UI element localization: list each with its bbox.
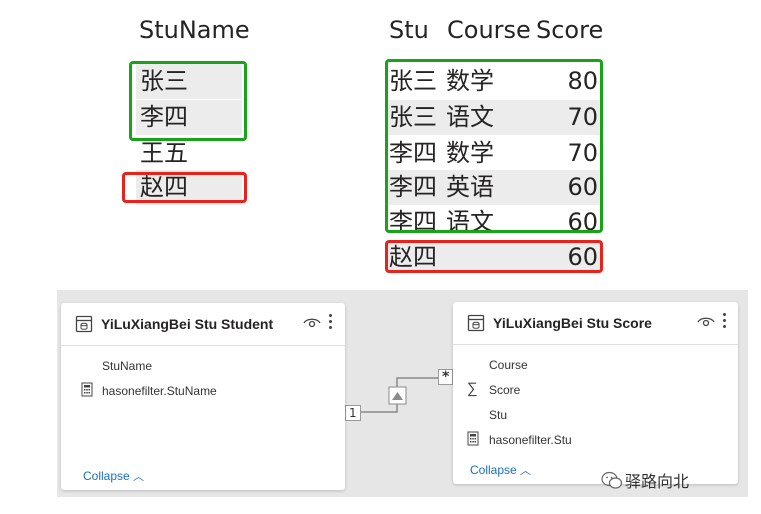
table-row: 王五 xyxy=(136,136,242,171)
score-cell: 60 xyxy=(567,173,598,201)
table-row: 赵四 xyxy=(136,170,242,205)
field-stu[interactable]: Stu xyxy=(489,408,507,422)
student-name-cell: 赵四 xyxy=(140,173,188,201)
field-hasonefilter-stu[interactable]: hasonefilter.Stu xyxy=(489,433,572,447)
visibility-eye-icon[interactable] xyxy=(697,315,715,329)
stu-cell: 张三 xyxy=(389,103,437,131)
stu-cell: 李四 xyxy=(389,173,437,201)
score-table-card[interactable]: YiLuXiangBei Stu Score Course ∑ Score St… xyxy=(453,302,738,484)
table-row: 李四 语文 60 xyxy=(388,205,600,233)
course-cell: 语文 xyxy=(446,103,494,131)
wechat-icon xyxy=(601,471,623,489)
one-side-label: 1 xyxy=(345,405,361,421)
score-cell: 60 xyxy=(567,243,598,271)
student-name-cell: 张三 xyxy=(140,67,188,95)
field-stuname[interactable]: StuName xyxy=(102,359,152,373)
stu-cell: 李四 xyxy=(389,139,437,167)
table-row: 李四 英语 60 xyxy=(388,170,600,205)
table-row: 李四 数学 70 xyxy=(388,136,600,171)
many-side-label: * xyxy=(438,369,454,385)
calculator-icon xyxy=(81,382,93,397)
chevron-up-icon: ︿ xyxy=(520,465,532,477)
course-cell: 语文 xyxy=(446,208,494,233)
table-icon xyxy=(467,314,485,332)
card-title: YiLuXiangBei Stu Score xyxy=(493,315,652,331)
field-score[interactable]: Score xyxy=(489,383,520,397)
student-table-card[interactable]: YiLuXiangBei Stu Student StuName hasonef… xyxy=(61,303,345,490)
table-row: 李四 xyxy=(136,100,242,135)
card-header[interactable]: YiLuXiangBei Stu Score xyxy=(453,302,738,345)
chevron-up-icon: ︿ xyxy=(133,471,145,483)
student-name-cell: 李四 xyxy=(140,103,188,131)
stu-cell: 张三 xyxy=(389,67,437,95)
calculator-icon xyxy=(467,431,479,446)
table-row: 张三 数学 80 xyxy=(388,64,600,99)
more-options-icon[interactable] xyxy=(329,314,333,332)
score-cell: 70 xyxy=(567,139,598,167)
student-table-header: StuName xyxy=(139,16,250,44)
score-cell: 70 xyxy=(567,103,598,131)
stu-cell: 赵四 xyxy=(389,243,437,271)
watermark-text: 驿路向北 xyxy=(625,472,690,491)
stu-cell: 李四 xyxy=(389,208,437,233)
score-header-course: Course xyxy=(447,16,531,44)
visibility-eye-icon[interactable] xyxy=(303,316,321,330)
course-cell: 数学 xyxy=(446,139,494,167)
collapse-link[interactable]: Collapse ︿ xyxy=(83,468,144,484)
more-options-icon[interactable] xyxy=(723,313,727,331)
collapse-label[interactable]: Collapse xyxy=(470,463,517,477)
direction-arrow-icon xyxy=(392,392,403,400)
model-view-canvas[interactable]: 1 * YiLuXiangBei Stu Student StuName has xyxy=(57,290,748,497)
score-header-stu: Stu xyxy=(389,16,429,44)
collapse-link[interactable]: Collapse ︿ xyxy=(470,462,531,478)
table-icon xyxy=(75,315,93,333)
course-cell: 数学 xyxy=(446,67,494,95)
field-hasonefilter-stuname[interactable]: hasonefilter.StuName xyxy=(102,384,217,398)
course-cell: 英语 xyxy=(446,173,494,201)
field-course[interactable]: Course xyxy=(489,358,528,372)
card-title: YiLuXiangBei Stu Student xyxy=(101,316,274,332)
score-cell: 80 xyxy=(567,67,598,95)
table-row: 张三 语文 70 xyxy=(388,100,600,135)
score-header-score: Score xyxy=(536,16,604,44)
score-cell: 60 xyxy=(567,208,598,233)
table-row: 赵四 60 xyxy=(388,241,600,272)
collapse-label[interactable]: Collapse xyxy=(83,469,130,483)
table-row: 张三 xyxy=(136,64,242,99)
student-name-cell: 王五 xyxy=(140,139,188,167)
sigma-icon: ∑ xyxy=(467,380,478,397)
card-header[interactable]: YiLuXiangBei Stu Student xyxy=(61,303,345,346)
